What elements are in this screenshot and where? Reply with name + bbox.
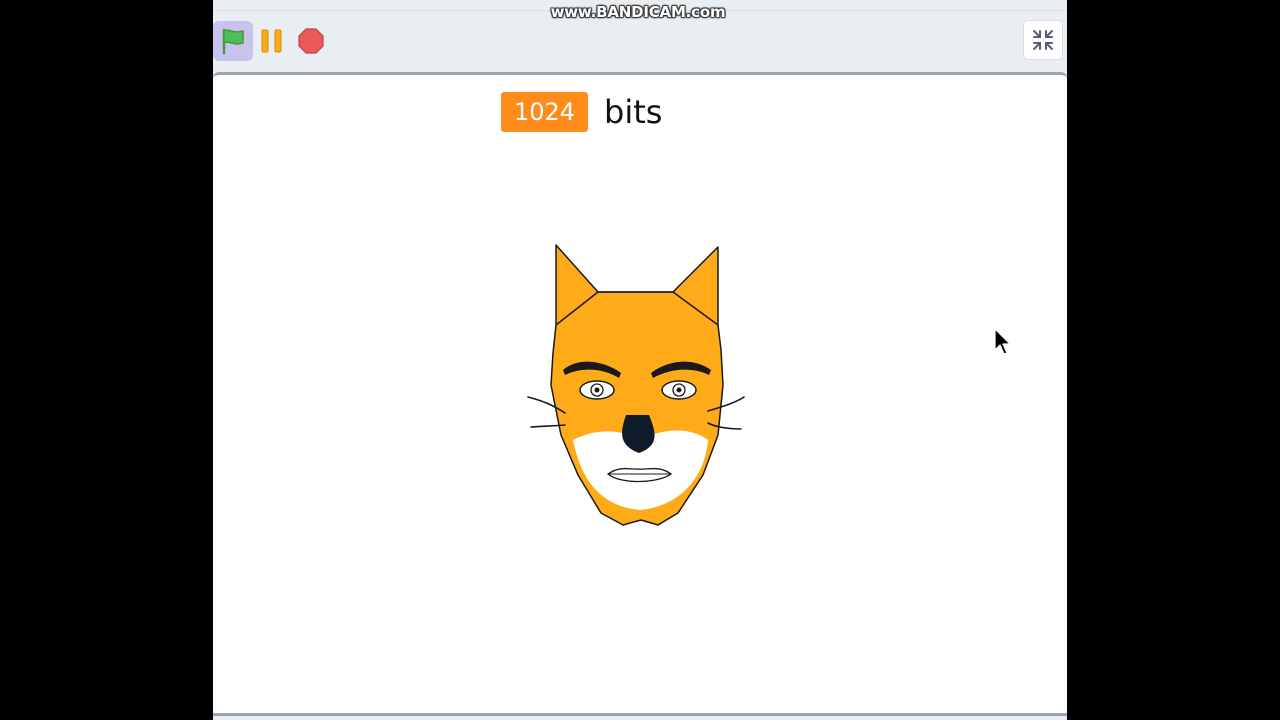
stop-button[interactable] bbox=[291, 21, 331, 61]
stage[interactable]: 1024 bits bbox=[213, 72, 1067, 716]
variable-monitor: 1024 bits bbox=[501, 92, 662, 132]
pause-icon bbox=[261, 29, 282, 53]
stop-icon bbox=[298, 28, 324, 54]
scratch-player: www.BANDICAM.com 1024 bits bbox=[213, 0, 1067, 720]
green-flag-button[interactable] bbox=[213, 21, 253, 61]
green-flag-icon bbox=[222, 28, 244, 55]
cat-face-sprite[interactable] bbox=[523, 235, 763, 555]
variable-value: 1024 bbox=[501, 92, 588, 132]
exit-fullscreen-button[interactable] bbox=[1023, 20, 1063, 60]
variable-label: bits bbox=[604, 93, 663, 131]
pause-button[interactable] bbox=[252, 21, 292, 61]
mouse-cursor-icon bbox=[994, 328, 1011, 355]
exit-fullscreen-icon bbox=[1033, 30, 1053, 50]
recorder-watermark: www.BANDICAM.com bbox=[550, 3, 726, 21]
